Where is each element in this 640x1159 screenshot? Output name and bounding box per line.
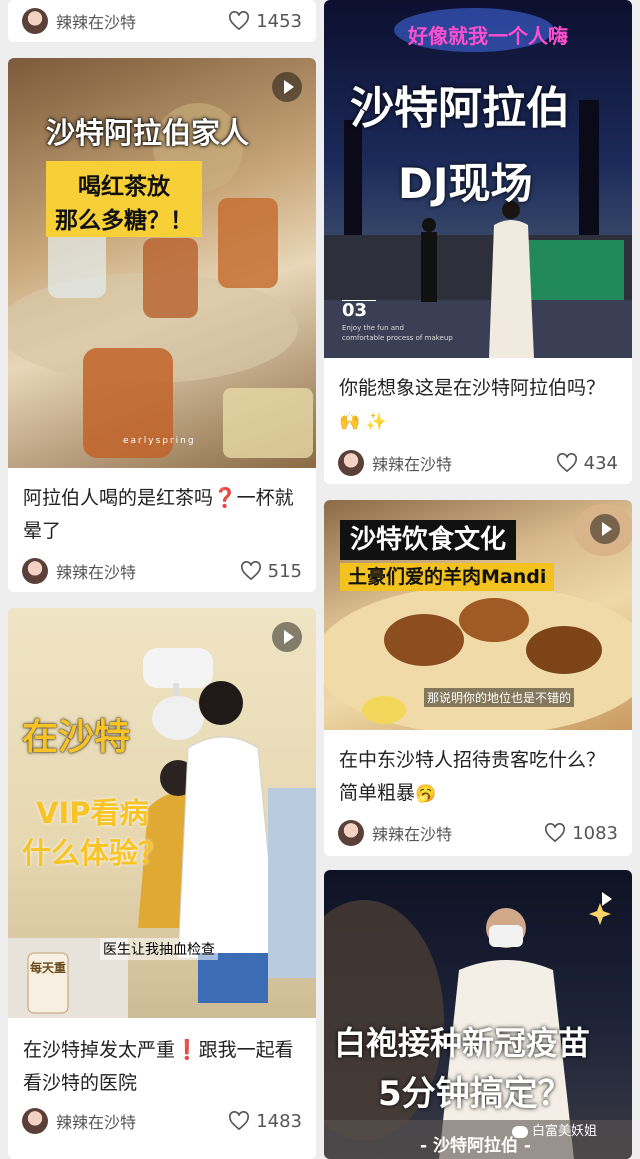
avatar[interactable]: [338, 820, 364, 846]
heart-icon[interactable]: [544, 823, 566, 843]
heart-icon[interactable]: [240, 561, 262, 581]
overlay-sub: 土豪们爱的羊肉Mandi: [348, 566, 547, 588]
author-name[interactable]: 辣辣在沙特: [56, 1109, 228, 1133]
overlay-yellow-box: 喝红茶放 那么多糖？！: [46, 161, 202, 237]
overlay-divider: [342, 300, 376, 301]
card-footer: 辣辣在沙特 1483: [22, 1106, 302, 1136]
overlay-headline-box: 沙特饮食文化: [340, 520, 517, 560]
card-title-text: 你能想象这是在沙特阿拉伯吗？: [339, 377, 606, 399]
overlay-top-text: 好像就我一个人嗨: [408, 24, 568, 48]
overlay-line-1: 喝红茶放: [78, 174, 170, 200]
author-name[interactable]: 辣辣在沙特: [56, 559, 240, 583]
overlay-headline: 在沙特: [22, 717, 131, 758]
heart-icon[interactable]: [228, 11, 250, 31]
raising-hands-sparkles-icon: 🙌 ✨: [339, 412, 387, 432]
author-name[interactable]: 辣辣在沙特: [56, 9, 228, 33]
overlay-headline: 白袍接种新冠疫苗: [334, 1024, 591, 1062]
overlay-small-2: comfortable process of makeup: [342, 334, 453, 342]
author-name[interactable]: 辣辣在沙特: [372, 821, 544, 845]
card-title[interactable]: 你能想象这是在沙特阿拉伯吗？ 🙌 ✨: [339, 372, 620, 439]
play-icon[interactable]: [272, 72, 302, 102]
card-cover-image[interactable]: 在沙特 VIP看病 什么体验？ 医生让我抽血检查 每天重: [8, 608, 316, 1018]
watermark-text: 白富美妖姐: [532, 1124, 598, 1139]
feed-card-vaccine[interactable]: 白袍接种新冠疫苗 5分钟搞定？ - 沙特阿拉伯 - 白富美妖姐: [324, 870, 632, 1159]
card-footer: 辣辣在沙特 434: [338, 448, 618, 478]
feed-card-hospital[interactable]: 在沙特 VIP看病 什么体验？ 医生让我抽血检查 每天重 在沙特掉发太严重❗️跟…: [8, 608, 316, 1159]
like-count: 434: [583, 452, 618, 474]
feed-card-dj[interactable]: 好像就我一个人嗨 沙特阿拉伯 DJ现场 03 Enjoy the fun and…: [324, 0, 632, 484]
overlay-small-1: Enjoy the fun and: [342, 324, 404, 332]
card-cover-image[interactable]: 白袍接种新冠疫苗 5分钟搞定？ - 沙特阿拉伯 - 白富美妖姐: [324, 870, 632, 1159]
card-cover-image[interactable]: 好像就我一个人嗨 沙特阿拉伯 DJ现场 03 Enjoy the fun and…: [324, 0, 632, 358]
avatar[interactable]: [338, 450, 364, 476]
overlay-line-2: 那么多糖？！: [55, 208, 193, 234]
overlay-headline: 沙特饮食文化: [350, 525, 507, 555]
overlay-number: 03: [342, 300, 368, 321]
play-icon[interactable]: [590, 514, 620, 544]
card-cover-image[interactable]: 沙特阿拉伯家人 喝红茶放 那么多糖？！ earlyspring: [8, 58, 316, 468]
heart-icon[interactable]: [556, 453, 578, 473]
card-title[interactable]: 在沙特掉发太严重❗️跟我一起看看沙特的医院: [23, 1034, 304, 1100]
overlay-sub: DJ现场: [398, 159, 533, 208]
overlay-sign: 每天重: [29, 961, 66, 975]
card-title-text: 在中东沙特人招待贵客吃什么？简单粗暴: [339, 749, 606, 804]
card-title[interactable]: 在中东沙特人招待贵客吃什么？简单粗暴🥱: [339, 744, 620, 811]
feed-card-tea[interactable]: 沙特阿拉伯家人 喝红茶放 那么多糖？！ earlyspring 阿拉伯人喝的是红…: [8, 58, 316, 592]
overlay-caption: 那说明你的地位也是不错的: [424, 688, 575, 707]
like-count: 1453: [256, 10, 302, 32]
avatar[interactable]: [22, 8, 48, 34]
play-icon[interactable]: [590, 884, 614, 908]
card-footer: 辣辣在沙特 515: [22, 556, 302, 586]
like-count: 515: [267, 560, 302, 582]
like-count: 1483: [256, 1110, 302, 1132]
overlay-headline: 沙特阿拉伯家人: [46, 116, 250, 150]
card-footer: 辣辣在沙特 1453: [22, 6, 302, 36]
author-name[interactable]: 辣辣在沙特: [372, 451, 556, 475]
feed-card-mandi[interactable]: 沙特饮食文化 土豪们爱的羊肉Mandi 那说明你的地位也是不错的 在中东沙特人招…: [324, 500, 632, 856]
heart-icon[interactable]: [228, 1111, 250, 1131]
overlay-headline: 沙特阿拉伯: [350, 83, 570, 134]
overlay-sub: 5分钟搞定？: [378, 1074, 572, 1114]
overlay-sub-box: 土豪们爱的羊肉Mandi: [340, 563, 555, 591]
wechat-icon: [512, 1125, 528, 1138]
avatar[interactable]: [22, 558, 48, 584]
vaccine-scene-illustration: [324, 900, 632, 1159]
card-title[interactable]: 阿拉伯人喝的是红茶吗❓一杯就晕了: [23, 482, 304, 548]
overlay-caption: 医生让我抽血检查: [100, 938, 218, 960]
card-cover-image[interactable]: 沙特饮食文化 土豪们爱的羊肉Mandi 那说明你的地位也是不错的: [324, 500, 632, 730]
card-footer: 辣辣在沙特 1083: [338, 818, 618, 848]
overlay-line-1: VIP看病: [36, 796, 149, 830]
play-icon[interactable]: [272, 622, 302, 652]
image-watermark: earlyspring: [123, 436, 196, 446]
yawning-face-icon: 🥱: [415, 784, 437, 804]
wechat-watermark: 白富美妖姐: [512, 1120, 597, 1139]
like-count: 1083: [572, 822, 618, 844]
overlay-line-2: 什么体验？: [22, 836, 168, 870]
avatar[interactable]: [22, 1108, 48, 1134]
feed-card-partial-left[interactable]: 辣辣在沙特 1453: [8, 0, 316, 42]
